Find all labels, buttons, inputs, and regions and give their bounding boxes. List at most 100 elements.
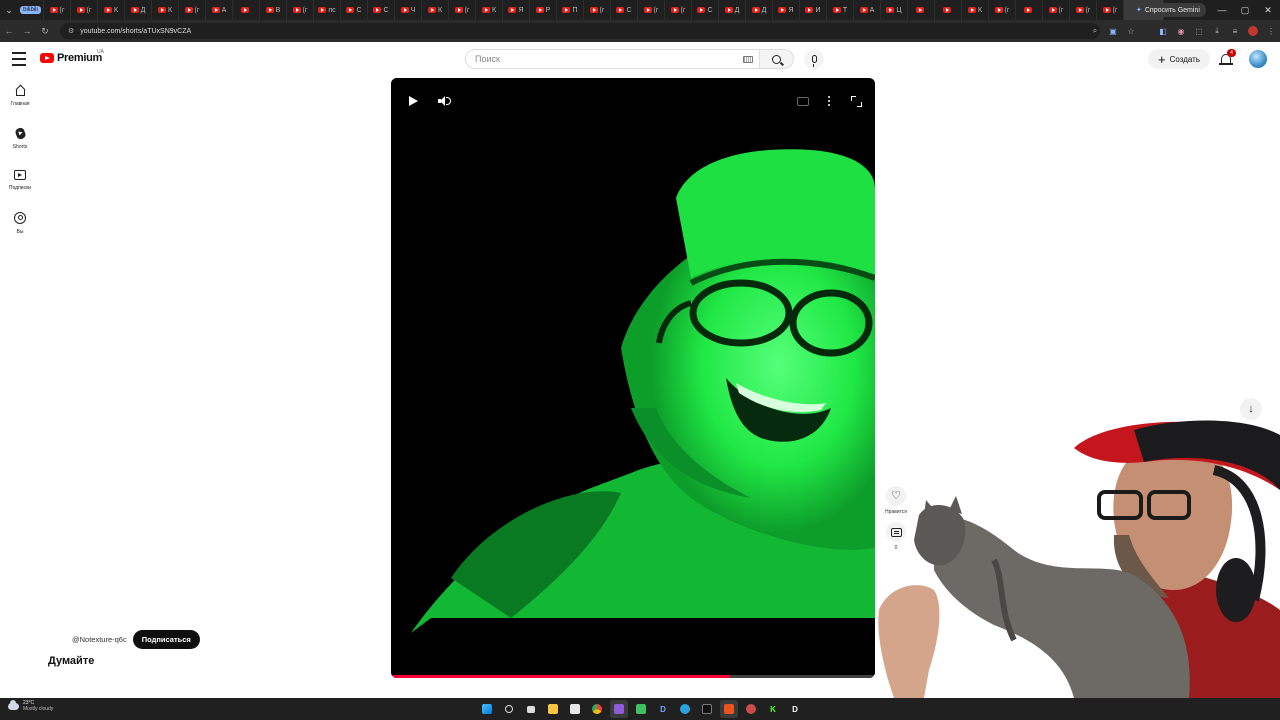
maximize-button[interactable]: ▢	[1234, 0, 1256, 20]
browser-tab[interactable]: Д	[719, 0, 746, 20]
sidebar-item-shorts[interactable]: Shorts	[0, 124, 40, 166]
browser-tab[interactable]: С	[692, 0, 719, 20]
subscribe-button[interactable]: Подписаться	[132, 630, 200, 649]
app-icon-terminal[interactable]: D	[786, 700, 804, 718]
youtube-logo[interactable]: Premium	[40, 52, 102, 64]
browser-tab[interactable]: С	[611, 0, 638, 20]
browser-tab[interactable]: (г	[179, 0, 206, 20]
browser-tab[interactable]: К	[422, 0, 449, 20]
browser-tab[interactable]: bilibili	[18, 0, 44, 20]
keyboard-icon[interactable]	[743, 56, 753, 63]
tab-label: (г	[194, 6, 200, 14]
short-title[interactable]: Думайте	[48, 655, 94, 667]
file-explorer-icon[interactable]	[544, 700, 562, 718]
app-icon-red[interactable]	[742, 700, 760, 718]
taskbar-search-icon[interactable]	[500, 700, 518, 718]
app-icon-dark[interactable]	[698, 700, 716, 718]
shorts-video-player[interactable]	[391, 78, 875, 678]
browser-tab[interactable]	[233, 0, 260, 20]
app-icon-d[interactable]: D	[654, 700, 672, 718]
progress-bar[interactable]	[391, 675, 875, 678]
store-icon[interactable]	[566, 700, 584, 718]
browser-tab[interactable]: (г	[1070, 0, 1097, 20]
browser-tab[interactable]: Р	[530, 0, 557, 20]
browser-tab[interactable]: А	[854, 0, 881, 20]
captions-button[interactable]	[795, 93, 811, 109]
browser-tab[interactable]: С	[368, 0, 395, 20]
start-icon[interactable]	[478, 700, 496, 718]
address-bar[interactable]: ⚙ youtube.com/shorts/aTUxSN9vCZA	[60, 23, 1100, 39]
telegram-icon[interactable]	[676, 700, 694, 718]
browser-tab[interactable]: (г	[71, 0, 98, 20]
browser-tab[interactable]: К	[98, 0, 125, 20]
ask-gemini-button[interactable]: ✦ Спросить Gemini	[1130, 3, 1206, 17]
browser-tab[interactable]: (г	[1043, 0, 1070, 20]
browser-tab[interactable]	[935, 0, 962, 20]
browser-tab[interactable]: (г	[584, 0, 611, 20]
browser-tab[interactable]: (г	[1097, 0, 1124, 20]
browser-tab[interactable]: (г	[665, 0, 692, 20]
browser-tab[interactable]: П	[557, 0, 584, 20]
zoom-icon[interactable]: ⌕	[1086, 20, 1104, 42]
more-options-button[interactable]	[821, 93, 837, 109]
profile-icon[interactable]	[1244, 20, 1262, 42]
browser-tab[interactable]: (г	[44, 0, 71, 20]
browser-tab[interactable]: Д	[746, 0, 773, 20]
extension-icon-2[interactable]: ◉	[1172, 20, 1190, 42]
chrome-icon[interactable]	[588, 700, 606, 718]
downloads-icon[interactable]: ⤓	[1208, 20, 1226, 42]
browser-tab[interactable]: (г	[449, 0, 476, 20]
extension-icon[interactable]: ◧	[1154, 20, 1172, 42]
voice-search-button[interactable]	[804, 49, 824, 69]
reload-icon[interactable]: ↻	[36, 20, 54, 42]
translate-icon[interactable]: ▣	[1104, 20, 1122, 42]
channel-handle[interactable]: @Notexture-q6c	[72, 635, 127, 644]
browser-tab[interactable]: (г	[989, 0, 1016, 20]
app-icon-k[interactable]: K	[764, 700, 782, 718]
media-control-icon[interactable]: ≡	[1226, 20, 1244, 42]
browser-tab[interactable]: В	[260, 0, 287, 20]
avatar[interactable]	[1249, 50, 1267, 68]
browser-tab[interactable]: Я	[503, 0, 530, 20]
menu-icon[interactable]	[12, 52, 26, 66]
browser-tab[interactable]: И	[800, 0, 827, 20]
browser-tab[interactable]: К	[962, 0, 989, 20]
browser-tab[interactable]: К	[152, 0, 179, 20]
browser-tab[interactable]: Ц	[881, 0, 908, 20]
extensions-puzzle-icon[interactable]: ⬚	[1190, 20, 1208, 42]
browser-tab[interactable]: пс	[314, 0, 341, 20]
forward-icon[interactable]: →	[18, 20, 36, 42]
fullscreen-button[interactable]	[848, 93, 864, 109]
browser-tab[interactable]: Т	[827, 0, 854, 20]
browser-tab[interactable]: А	[206, 0, 233, 20]
browser-tab[interactable]: (г	[638, 0, 665, 20]
app-icon-orange[interactable]	[720, 700, 738, 718]
search-button[interactable]	[760, 49, 794, 69]
browser-tab[interactable]: (г	[287, 0, 314, 20]
browser-tab[interactable]: Я	[773, 0, 800, 20]
play-button[interactable]	[405, 93, 421, 109]
tab-search-icon[interactable]: ⌄	[0, 0, 18, 20]
app-icon-green[interactable]	[632, 700, 650, 718]
site-info-icon[interactable]: ⚙	[68, 27, 74, 35]
sidebar-item-you[interactable]: Вы	[0, 208, 40, 250]
browser-tab[interactable]: Ч	[395, 0, 422, 20]
search-input[interactable]: Поиск	[465, 49, 760, 69]
browser-menu-icon[interactable]: ⋮	[1262, 20, 1280, 42]
create-button[interactable]: + Создать	[1148, 49, 1210, 69]
browser-tab[interactable]: С	[341, 0, 368, 20]
sidebar-item-subscriptions[interactable]: Подписки	[0, 166, 40, 208]
minimize-button[interactable]: —	[1211, 0, 1233, 20]
task-view-icon[interactable]	[522, 700, 540, 718]
browser-tab[interactable]	[1016, 0, 1043, 20]
sidebar-item-home[interactable]: Главная	[0, 82, 40, 124]
browser-tab[interactable]: Д	[125, 0, 152, 20]
browser-tab[interactable]	[908, 0, 935, 20]
app-icon-purple[interactable]	[610, 700, 628, 718]
bookmark-star-icon[interactable]: ☆	[1122, 20, 1140, 42]
weather-widget[interactable]: 23°C Mostly cloudy	[8, 699, 53, 712]
browser-tab[interactable]: К	[476, 0, 503, 20]
volume-button[interactable]	[436, 93, 452, 109]
close-window-button[interactable]: ✕	[1257, 0, 1279, 20]
back-icon[interactable]: ←	[0, 20, 18, 42]
